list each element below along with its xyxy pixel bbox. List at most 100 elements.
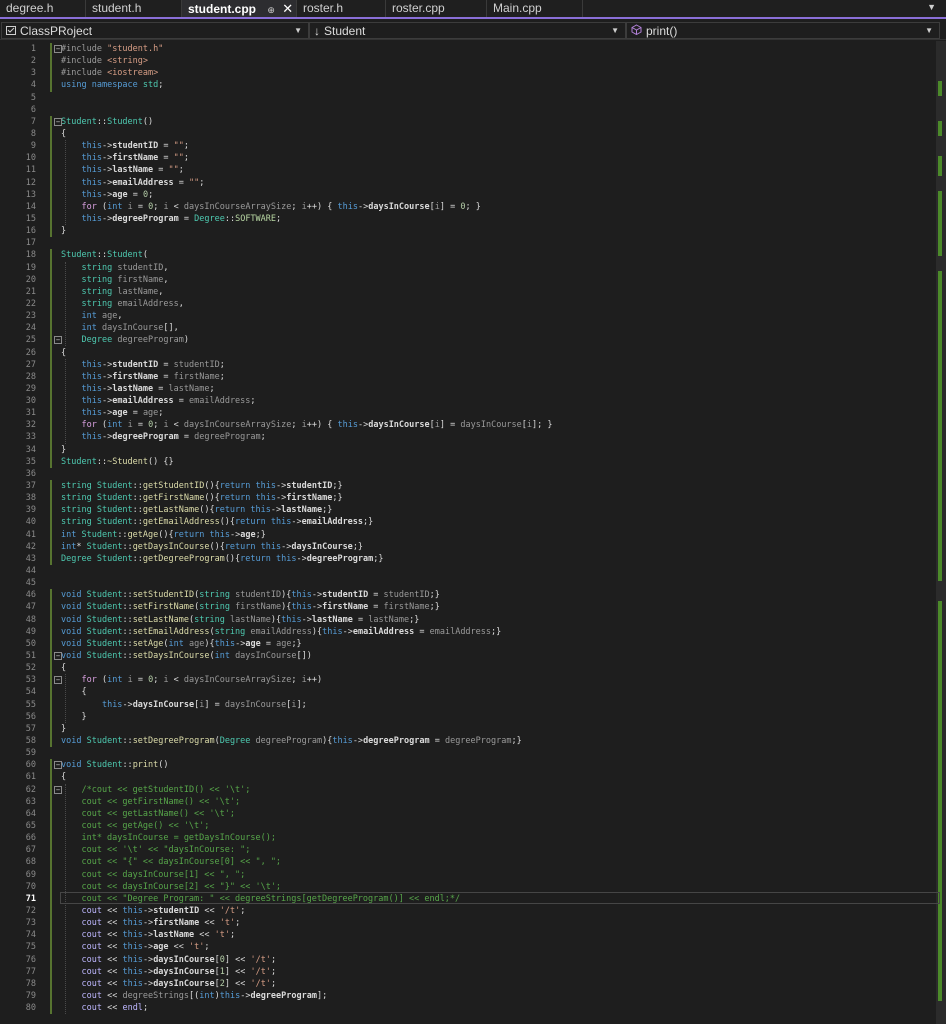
- code-line[interactable]: cout << '\t' << "daysInCourse: ";: [61, 844, 250, 856]
- code-line[interactable]: string lastName,: [61, 286, 163, 298]
- collapse-icon[interactable]: −: [54, 336, 62, 345]
- code-line[interactable]: #include <string>: [61, 55, 148, 67]
- collapse-icon[interactable]: −: [54, 652, 62, 660]
- code-line[interactable]: /*cout << getStudentID() << '\t';: [61, 784, 250, 796]
- code-line[interactable]: {: [61, 128, 66, 140]
- member-dropdown[interactable]: print() ▼: [626, 22, 940, 39]
- code-line[interactable]: this->daysInCourse[i] = daysInCourse[i];: [61, 699, 307, 711]
- code-line[interactable]: cout << this->studentID << '/t';: [61, 905, 245, 917]
- code-line[interactable]: {: [61, 662, 66, 674]
- code-line[interactable]: int age,: [61, 310, 122, 322]
- code-line[interactable]: this->emailAddress = emailAddress;: [61, 395, 255, 407]
- code-line[interactable]: string studentID,: [61, 262, 168, 274]
- code-line[interactable]: cout << getLastName() << '\t';: [61, 808, 235, 820]
- code-line[interactable]: this->lastName = lastName;: [61, 383, 214, 395]
- code-line[interactable]: for (int i = 0; i < daysInCourseArraySiz…: [61, 419, 552, 431]
- code-line[interactable]: Student::~Student() {}: [61, 456, 174, 468]
- collapse-icon[interactable]: −: [54, 117, 62, 126]
- code-line[interactable]: using namespace std;: [61, 79, 163, 91]
- code-line[interactable]: cout << "{" << daysInCourse[0] << ", ";: [61, 856, 281, 868]
- code-line[interactable]: void Student::print(): [61, 759, 169, 771]
- code-line[interactable]: cout << getFirstName() << '\t';: [61, 796, 240, 808]
- scope-dropdown[interactable]: ↓ Student ▼: [309, 22, 626, 39]
- code-line[interactable]: cout << this->daysInCourse[2] << '/t';: [61, 978, 276, 990]
- code-line[interactable]: string emailAddress,: [61, 298, 183, 310]
- code-line[interactable]: cout << getAge() << '\t';: [61, 820, 209, 832]
- collapse-icon[interactable]: −: [54, 785, 62, 794]
- code-line[interactable]: Student::Student(: [61, 249, 148, 261]
- code-line[interactable]: cout << this->firstName << 't';: [61, 917, 240, 929]
- code-line[interactable]: cout << this->daysInCourse[0] << '/t';: [61, 954, 276, 966]
- code-line[interactable]: for (int i = 0; i < daysInCourseArraySiz…: [61, 201, 480, 213]
- code-line[interactable]: int Student::getAge(){return this->age;}: [61, 529, 266, 541]
- code-line[interactable]: Student::Student(): [61, 116, 153, 128]
- code-editor[interactable]: 1 2 3 4 5 6 7 8 9 10 11 12 13 14 15 16 17 18 19 20 21 22 23 24 2…: [0, 41, 946, 1024]
- code-line[interactable]: int* daysInCourse = getDaysInCourse();: [61, 832, 275, 844]
- code-line[interactable]: cout << daysInCourse[1] << ", ";: [61, 869, 245, 881]
- pin-icon[interactable]: ⊕: [267, 5, 275, 15]
- code-line[interactable]: string firstName,: [61, 274, 168, 286]
- chevron-down-icon[interactable]: ▼: [927, 2, 936, 12]
- code-line[interactable]: void Student::setLastName(string lastNam…: [61, 614, 419, 626]
- code-line[interactable]: int daysInCourse[],: [61, 322, 178, 334]
- collapse-icon[interactable]: −: [54, 45, 62, 53]
- code-line[interactable]: {: [61, 771, 66, 783]
- code-line[interactable]: void Student::setFirstName(string firstN…: [61, 601, 440, 613]
- code-line[interactable]: this->degreeProgram = Degree::SOFTWARE;: [61, 213, 281, 225]
- tab-student-cpp[interactable]: student.cpp ⊕ ✕: [182, 0, 297, 17]
- collapse-icon[interactable]: −: [54, 761, 62, 770]
- line-number: 73: [25, 918, 36, 929]
- code-line[interactable]: this->age = 0;: [61, 189, 153, 201]
- project-dropdown[interactable]: ClassPRoject ▼: [1, 22, 309, 39]
- code-line[interactable]: this->firstName = "";: [61, 152, 189, 164]
- code-line[interactable]: }: [61, 723, 66, 735]
- tab-roster-h[interactable]: roster.h: [297, 0, 386, 17]
- code-line[interactable]: Degree degreeProgram): [61, 334, 189, 346]
- line-number: 69: [25, 869, 36, 880]
- code-line[interactable]: cout << this->lastName << 't';: [61, 929, 235, 941]
- code-line[interactable]: this->age = age;: [61, 407, 163, 419]
- code-line[interactable]: cout << this->daysInCourse[1] << '/t';: [61, 966, 276, 978]
- code-line[interactable]: this->lastName = "";: [61, 164, 183, 176]
- code-line[interactable]: #include <iostream>: [61, 67, 158, 79]
- tab-label: Main.cpp: [493, 1, 542, 15]
- tab-label: student.cpp: [188, 2, 256, 16]
- line-number: 9: [30, 141, 36, 152]
- close-icon[interactable]: ✕: [282, 1, 293, 16]
- code-line[interactable]: for (int i = 0; i < daysInCourseArraySiz…: [61, 674, 322, 686]
- arrow-down-icon: ↓: [314, 24, 320, 38]
- code-line[interactable]: this->studentID = studentID;: [61, 359, 224, 371]
- code-line[interactable]: void Student::setDegreeProgram(Degree de…: [61, 735, 522, 747]
- code-line[interactable]: cout << this->age << 't';: [61, 941, 209, 953]
- code-line[interactable]: }: [61, 444, 66, 456]
- code-line[interactable]: string Student::getStudentID(){return th…: [61, 480, 343, 492]
- code-line[interactable]: this->degreeProgram = degreeProgram;: [61, 431, 265, 443]
- code-line[interactable]: string Student::getFirstName(){return th…: [61, 492, 343, 504]
- code-line[interactable]: this->emailAddress = "";: [61, 177, 204, 189]
- code-line[interactable]: string Student::getLastName(){return thi…: [61, 504, 332, 516]
- code-line[interactable]: Degree Student::getDegreeProgram(){retur…: [61, 553, 384, 565]
- code-line[interactable]: string Student::getEmailAddress(){return…: [61, 516, 373, 528]
- tab-roster-cpp[interactable]: roster.cpp: [386, 0, 487, 17]
- line-number: 56: [25, 711, 36, 722]
- tab-main-cpp[interactable]: Main.cpp: [487, 0, 583, 17]
- code-line[interactable]: }: [61, 225, 66, 237]
- tab-student-h[interactable]: student.h: [86, 0, 182, 17]
- code-line[interactable]: this->firstName = firstName;: [61, 371, 224, 383]
- code-line[interactable]: void Student::setStudentID(string studen…: [61, 589, 440, 601]
- code-line[interactable]: void Student::setEmailAddress(string ema…: [61, 626, 501, 638]
- scrollbar-change-mark: [938, 271, 942, 581]
- tab-degree-h[interactable]: degree.h: [0, 0, 86, 17]
- code-line[interactable]: cout << endl;: [61, 1002, 148, 1014]
- line-number: 47: [25, 602, 36, 613]
- code-line[interactable]: this->studentID = "";: [61, 140, 189, 152]
- code-line[interactable]: {: [61, 347, 66, 359]
- code-line[interactable]: cout << degreeStrings[(int)this->degreeP…: [61, 990, 327, 1002]
- tab-label: degree.h: [6, 1, 54, 15]
- vertical-scrollbar[interactable]: [936, 41, 946, 1024]
- collapse-icon[interactable]: −: [54, 676, 62, 685]
- code-line[interactable]: void Student::setAge(int age){this->age …: [61, 638, 302, 650]
- code-line[interactable]: #include "student.h": [61, 43, 163, 55]
- code-line[interactable]: int* Student::getDaysInCourse(){return t…: [61, 541, 363, 553]
- code-line[interactable]: void Student::setDaysInCourse(int daysIn…: [61, 650, 312, 662]
